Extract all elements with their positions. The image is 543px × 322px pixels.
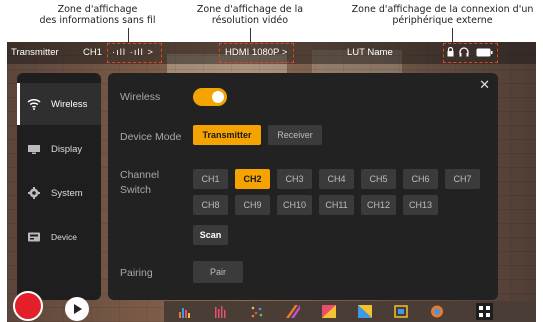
status-mode: Transmitter — [11, 47, 59, 58]
annotation-peripheral-line2: périphérique externe — [392, 15, 493, 26]
false-color-icon[interactable] — [322, 305, 336, 318]
status-channel: CH1 — [83, 47, 103, 58]
pairing-label: Pairing — [120, 267, 153, 279]
toggle-knob — [212, 91, 224, 103]
close-icon[interactable]: ✕ — [479, 77, 490, 93]
annotation-peripheral-zone: Zone d'affichage de la connexion d'un pé… — [345, 4, 540, 26]
color-icon[interactable] — [358, 305, 372, 318]
wifi-icon — [27, 98, 41, 110]
sidebar-item-display[interactable]: Display — [17, 128, 101, 170]
channel-ch11-button[interactable]: CH11 — [319, 195, 354, 215]
channel-ch5-button[interactable]: CH5 — [361, 169, 396, 189]
channel-ch6-button[interactable]: CH6 — [403, 169, 438, 189]
wireless-label: Wireless — [120, 91, 161, 103]
annotation-video-zone: Zone d'affichage de la résolution vidéo — [175, 4, 325, 26]
wireless-toggle[interactable] — [193, 88, 227, 106]
frame-guide-icon[interactable] — [394, 305, 408, 318]
sidebar-item-label: Display — [51, 143, 83, 155]
sidebar-item-label: System — [51, 187, 83, 199]
annotation-wireless-zone: Zone d'affichage des informations sans f… — [10, 4, 185, 26]
bottom-toolbar — [164, 301, 536, 322]
channel-ch3-button[interactable]: CH3 — [277, 169, 312, 189]
mode-receiver-button[interactable]: Receiver — [268, 125, 322, 145]
wireless-info-highlight — [107, 43, 162, 63]
histogram-icon[interactable] — [178, 305, 192, 318]
device-screen: Transmitter CH1 ·ıll ·ıll > HDMI 1080P >… — [7, 42, 536, 322]
annotation-peripheral-leader — [452, 28, 453, 42]
channel-label: Channel — [120, 169, 160, 181]
peripheral-highlight — [443, 43, 498, 63]
pair-button[interactable]: Pair — [193, 261, 243, 283]
menu-grid-icon[interactable] — [476, 303, 493, 320]
mode-transmitter-button[interactable]: Transmitter — [193, 125, 261, 145]
sidebar-item-label: Wireless — [51, 98, 88, 110]
wireless-settings-panel: ✕ Wireless Device Mode Transmitter Recei… — [108, 73, 498, 300]
scan-button[interactable]: Scan — [193, 225, 228, 245]
annotation-video-line1: Zone d'affichage de la — [196, 4, 304, 15]
channel-ch2-button[interactable]: CH2 — [235, 169, 270, 189]
sidebar-item-label: Device — [51, 232, 77, 242]
annotation-peripheral-line1: Zone d'affichage de la connexion d'un — [351, 4, 534, 15]
settings-sidebar: Wireless Display System Device — [17, 73, 101, 300]
sidebar-item-wireless[interactable]: Wireless — [17, 83, 101, 125]
vectorscope-icon[interactable] — [250, 305, 264, 318]
sidebar-item-device[interactable]: Device — [17, 216, 101, 258]
video-resolution-highlight — [219, 43, 294, 63]
annotation-video-leader — [250, 28, 251, 42]
channel-ch12-button[interactable]: CH12 — [361, 195, 396, 215]
device-icon — [27, 231, 41, 243]
channel-ch7-button[interactable]: CH7 — [445, 169, 480, 189]
gear-icon — [27, 187, 41, 199]
active-indicator — [17, 83, 20, 125]
focus-assist-icon[interactable] — [430, 305, 444, 318]
channel-ch1-button[interactable]: CH1 — [193, 169, 228, 189]
annotation-wireless-line2: des informations sans fil — [39, 15, 156, 26]
sidebar-item-system[interactable]: System — [17, 172, 101, 214]
switch-label: Switch — [120, 184, 151, 196]
playback-button[interactable] — [65, 297, 89, 321]
annotation-wireless-leader — [128, 28, 129, 42]
channel-ch10-button[interactable]: CH10 — [277, 195, 312, 215]
device-mode-label: Device Mode — [120, 131, 182, 143]
record-button[interactable] — [13, 291, 43, 321]
play-icon — [74, 304, 82, 314]
channel-ch9-button[interactable]: CH9 — [235, 195, 270, 215]
zebra-icon[interactable] — [286, 305, 300, 318]
annotation-video-line2: résolution vidéo — [211, 15, 289, 26]
channel-ch4-button[interactable]: CH4 — [319, 169, 354, 189]
waveform-icon[interactable] — [214, 305, 228, 318]
status-lut-name[interactable]: LUT Name — [347, 47, 393, 58]
channel-ch13-button[interactable]: CH13 — [403, 195, 438, 215]
channel-ch8-button[interactable]: CH8 — [193, 195, 228, 215]
monitor-icon — [27, 143, 41, 155]
annotation-wireless-line1: Zone d'affichage — [57, 4, 138, 15]
